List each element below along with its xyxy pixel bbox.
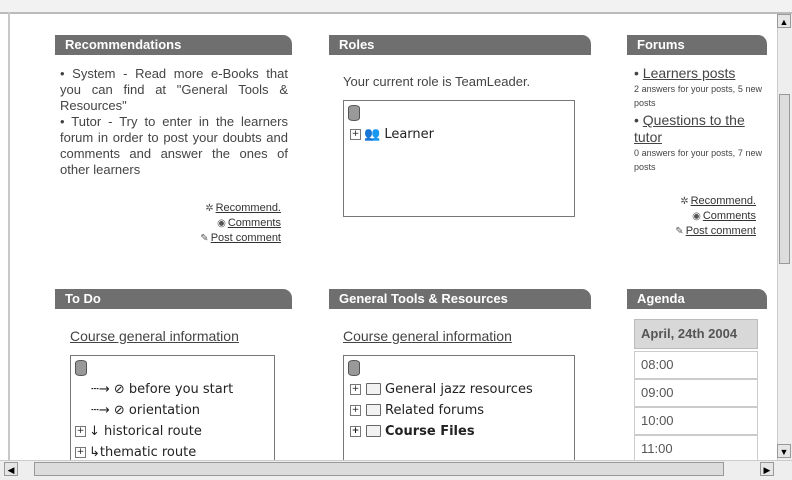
tree-row-before-you-start[interactable]: ┄→ ⊘ before you start (91, 382, 233, 397)
roles-tree[interactable]: + 👥 Learner (343, 100, 575, 217)
folder-icon (366, 403, 381, 416)
comments-link[interactable]: Comments (228, 217, 281, 229)
arrow-right-icon: ┄→ (91, 403, 110, 418)
link-icon: ⊘ (113, 382, 125, 397)
post-comment-link[interactable]: Post comment (686, 225, 756, 237)
todo-course-info-link[interactable]: Course general information (70, 328, 239, 344)
agenda-slot[interactable]: 09:00 (634, 379, 758, 407)
arrow-right-icon: ┄→ (91, 382, 110, 397)
forums-header: Forums (627, 35, 767, 55)
arrow-turn-icon: ↳ (89, 445, 100, 460)
expand-icon[interactable]: + (75, 447, 86, 458)
current-role-text: Your current role is TeamLeader. (343, 74, 531, 89)
sparkle-icon: ✲ (205, 203, 214, 214)
tools-header: General Tools & Resources (329, 289, 591, 309)
expand-icon[interactable]: + (350, 426, 361, 437)
agenda-slot[interactable]: 11:00 (634, 435, 758, 463)
post-comment-link[interactable]: Post comment (211, 232, 281, 244)
recommendations-actions: ✲ Recommend. ◉ Comments ✎ Post comment (180, 201, 281, 246)
users-icon: 👥 (364, 127, 381, 142)
sparkle-icon: ✲ (680, 196, 689, 207)
database-icon (75, 360, 87, 376)
recommend-link[interactable]: Recommend. (691, 195, 756, 207)
horizontal-scroll-thumb[interactable] (34, 462, 724, 476)
tree-row-related-forums[interactable]: + Related forums (350, 403, 484, 418)
role-learner-label: Learner (384, 127, 435, 142)
tree-row-course-files[interactable]: + Course Files (350, 424, 475, 439)
window-top-border (0, 0, 792, 14)
expand-icon[interactable]: + (350, 405, 361, 416)
database-icon (348, 360, 360, 376)
scroll-right-icon[interactable]: ▶ (760, 462, 774, 476)
expand-icon[interactable]: + (350, 129, 361, 140)
recommendations-header: Recommendations (55, 35, 292, 55)
agenda-slot[interactable]: 10:00 (634, 407, 758, 435)
tree-row-orientation[interactable]: ┄→ ⊘ orientation (91, 403, 200, 418)
expand-icon[interactable]: + (350, 384, 361, 395)
forums-list: • Learners posts 2 answers for your post… (634, 66, 762, 174)
questions-to-tutor-link[interactable]: Questions to the tutor (634, 112, 745, 145)
eye-icon: ◉ (217, 218, 226, 229)
tree-row-historical-route[interactable]: + ↓ historical route (75, 424, 202, 439)
tree-row-learner[interactable]: + 👥 Learner (350, 127, 434, 142)
roles-header: Roles (329, 35, 591, 55)
agenda-date: April, 24th 2004 (634, 319, 758, 349)
eye-icon: ◉ (692, 211, 701, 222)
pencil-icon: ✎ (200, 233, 209, 244)
learners-posts-link[interactable]: Learners posts (643, 65, 736, 81)
questions-to-tutor-meta: 0 answers for your posts, 7 new posts (634, 148, 762, 172)
tree-row-jazz-resources[interactable]: + General jazz resources (350, 382, 533, 397)
bullet: • (634, 112, 639, 128)
link-icon: ⊘ (113, 403, 125, 418)
pencil-icon: ✎ (675, 226, 684, 237)
window-left-border (8, 12, 10, 460)
todo-tree[interactable]: ┄→ ⊘ before you start ┄→ ⊘ orientation +… (70, 355, 275, 465)
tools-tree[interactable]: + General jazz resources + Related forums … (343, 355, 575, 465)
agenda-slot[interactable]: 08:00 (634, 351, 758, 379)
forums-actions: ✲ Recommend. ◉ Comments ✎ Post comment (655, 194, 756, 239)
learners-posts-meta: 2 answers for your posts, 5 new posts (634, 84, 762, 108)
scroll-left-icon[interactable]: ◀ (4, 462, 18, 476)
bullet: • (634, 65, 639, 81)
scroll-down-icon[interactable]: ▼ (777, 444, 791, 458)
expand-icon[interactable]: + (75, 426, 86, 437)
tree-row-thematic-route[interactable]: + ↳thematic route (75, 445, 196, 460)
folder-icon (366, 382, 381, 395)
agenda-header: Agenda (627, 289, 767, 309)
comments-link[interactable]: Comments (703, 210, 756, 222)
tools-course-info-link[interactable]: Course general information (343, 328, 512, 344)
vertical-scroll-thumb[interactable] (779, 94, 790, 264)
folder-icon (366, 424, 381, 437)
todo-header: To Do (55, 289, 292, 309)
database-icon (348, 105, 360, 121)
scroll-up-icon[interactable]: ▲ (777, 14, 791, 28)
arrow-down-icon: ↓ (89, 424, 100, 439)
recommendations-text: • System - Read more e-Books that you ca… (60, 66, 288, 177)
recommend-link[interactable]: Recommend. (216, 202, 281, 214)
